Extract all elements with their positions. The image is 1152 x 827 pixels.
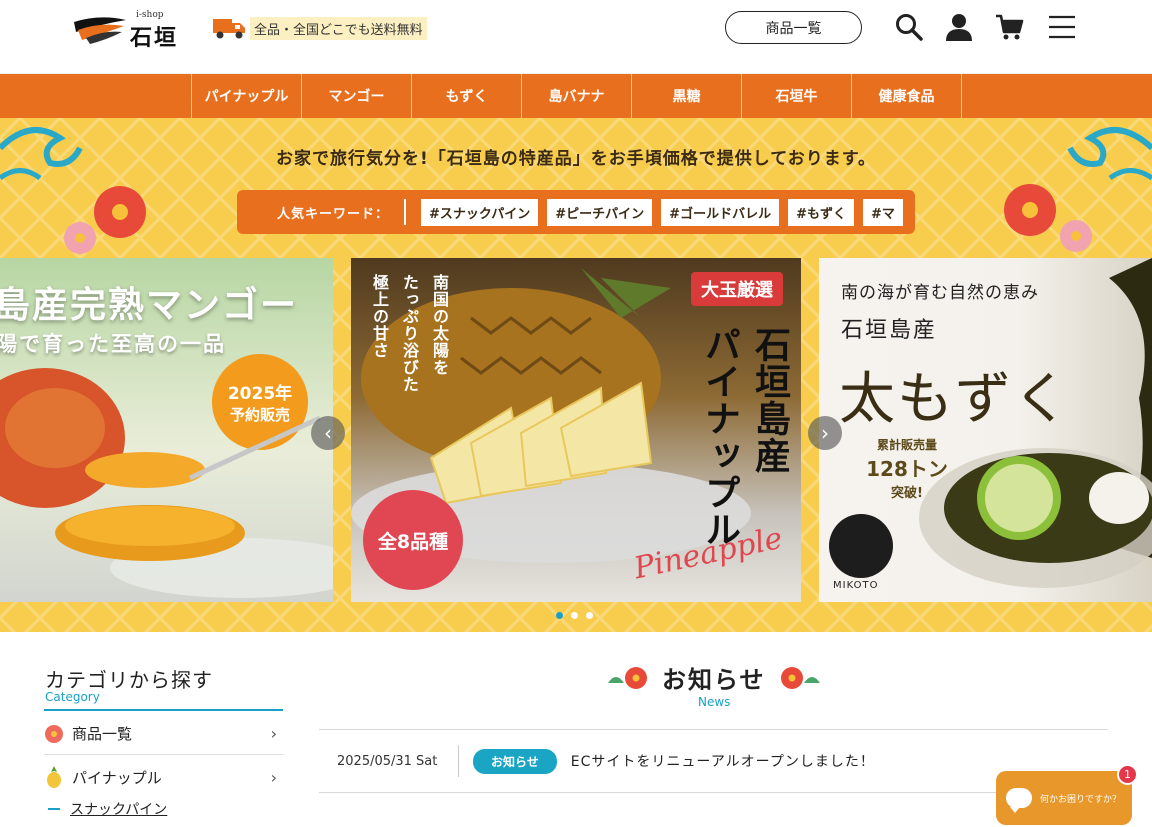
- slide-dot[interactable]: [556, 612, 563, 619]
- category-item-all-products[interactable]: 商品一覧 ›: [44, 713, 283, 755]
- hibiscus-icon: [608, 666, 647, 689]
- free-shipping-banner: 全品・全国どこでも送料無料: [212, 15, 427, 41]
- logo-text: 石垣: [130, 25, 179, 51]
- nav-item-pineapple[interactable]: パイナップル: [192, 74, 302, 118]
- prev-slide-button[interactable]: ‹: [311, 416, 345, 450]
- truck-icon: [213, 19, 245, 39]
- news-date: 2025/05/31 Sat: [319, 745, 459, 777]
- slide-pineapple[interactable]: 南国の太陽を たっぷり浴びた 極上の甘さ 大玉厳選 石垣島産 パイナップル 全8…: [351, 258, 801, 602]
- sales-award-badge: 累計販売量 128トン 突破!: [847, 436, 967, 506]
- site-header: i-shop 石垣 全品・全国どこでも送料無料 商品一覧: [0, 0, 1152, 74]
- user-icon[interactable]: [944, 12, 974, 42]
- keyword-chip[interactable]: #ゴールドバレル: [661, 198, 780, 226]
- hibiscus-right-icon: [1004, 184, 1092, 252]
- sales-award-label: 累計販売量: [876, 438, 937, 452]
- chat-widget-button[interactable]: 何かお困りですか？: [996, 771, 1132, 825]
- nav-item-island-banana[interactable]: 島バナナ: [522, 74, 632, 118]
- dash-icon: [48, 808, 60, 810]
- news-heading: お知らせ: [662, 666, 766, 694]
- slide-mozuku[interactable]: 南の海が育む自然の恵み 石垣島産 太もずく 累計販売量 128トン 突破! MI…: [819, 258, 1152, 602]
- category-item-label: パイナップル: [72, 768, 162, 787]
- keyword-chip[interactable]: #スナックパイン: [421, 198, 539, 226]
- chat-unread-badge: 1: [1117, 764, 1138, 785]
- chat-bubble-icon: [1006, 788, 1032, 813]
- category-nav: パイナップル マンゴー もずく 島バナナ 黒糖 石垣牛 健康食品: [0, 74, 1152, 118]
- menu-icon[interactable]: [1047, 12, 1077, 42]
- news-divider: [319, 729, 1108, 730]
- slide-mango[interactable]: 島産完熟マンゴー 陽で育った至高の一品 2025年 予約販売: [0, 258, 333, 602]
- pineapple-title-name: パイナップル: [699, 326, 740, 548]
- news-category-badge: お知らせ: [473, 748, 557, 774]
- logo-small-text: i-shop: [136, 10, 164, 20]
- hibiscus-left-icon: [64, 186, 146, 254]
- hero-tagline: お家で旅行気分を!「石垣島の特産品」をお手頃価格で提供しております。: [275, 149, 877, 169]
- site-logo[interactable]: i-shop 石垣: [72, 10, 182, 51]
- category-subitem-label: スナックパイン: [70, 802, 168, 818]
- logo-mark-icon: [74, 17, 126, 44]
- variety-count-badge: 全8品種: [363, 490, 463, 590]
- category-subitem-snack-pine[interactable]: スナックパイン: [48, 799, 167, 819]
- chat-widget-text: 何かお困りですか？: [1040, 794, 1122, 805]
- mango-illustration: [0, 368, 333, 598]
- popular-keywords-bar: 人気キーワード： #スナックパイン #ピーチパイン #ゴールドバレル #もずく …: [237, 190, 915, 234]
- pineapple-copy-2: たっぷり浴びた: [400, 274, 419, 393]
- pineapple-title-origin: 石垣島産: [749, 326, 790, 474]
- sales-award-value: 128トン: [866, 457, 948, 481]
- slide-dot[interactable]: [586, 612, 593, 619]
- search-icon[interactable]: [894, 12, 924, 42]
- category-item-pineapple[interactable]: パイナップル ›: [44, 756, 283, 798]
- hero-section: お家で旅行気分を!「石垣島の特産品」をお手頃価格で提供しております。 人気キーワ…: [0, 118, 1152, 632]
- category-subheading: Category: [45, 690, 100, 704]
- slide-dots: [556, 612, 593, 619]
- free-shipping-text: 全品・全国どこでも送料無料: [250, 16, 427, 40]
- hibiscus-icon: [780, 666, 820, 689]
- slide-dot[interactable]: [571, 612, 578, 619]
- news-divider: [319, 792, 1108, 793]
- nav-item-health-food[interactable]: 健康食品: [852, 74, 962, 118]
- pineapple-copy-1: 南国の太陽を: [430, 274, 449, 376]
- news-subheading: News: [698, 695, 731, 709]
- sales-award-suffix: 突破!: [891, 486, 923, 501]
- keyword-chip[interactable]: #マ: [862, 198, 903, 226]
- nav-item-brown-sugar[interactable]: 黒糖: [632, 74, 742, 118]
- chevron-right-icon: ›: [270, 767, 277, 787]
- chevron-right-icon: ›: [270, 724, 277, 743]
- mango-slide-title: 島産完熟マンゴー: [0, 285, 299, 326]
- mikoto-brand: MIKOTO: [833, 580, 879, 591]
- pineapple-icon: [47, 766, 61, 788]
- next-slide-button[interactable]: ›: [808, 416, 842, 450]
- category-nav-list: パイナップル マンゴー もずく 島バナナ 黒糖 石垣牛 健康食品: [191, 74, 962, 118]
- keyword-separator: [404, 199, 407, 225]
- mikoto-logo: [829, 514, 893, 578]
- nav-item-mozuku[interactable]: もずく: [412, 74, 522, 118]
- category-heading: カテゴリから探す: [45, 668, 213, 692]
- pineapple-tag: 大玉厳選: [691, 272, 783, 306]
- category-divider: [44, 709, 283, 711]
- hibiscus-icon: [45, 724, 63, 743]
- category-item-label: 商品一覧: [72, 725, 133, 743]
- popular-keywords-label: 人気キーワード：: [277, 206, 390, 222]
- mozuku-line-2: 石垣島産: [841, 318, 938, 343]
- keyword-chip[interactable]: #もずく: [788, 198, 854, 226]
- news-headline[interactable]: ECサイトをリニューアルオープンしました！: [571, 751, 875, 771]
- mango-slide-subtitle: 陽で育った至高の一品: [0, 332, 226, 356]
- cart-icon[interactable]: [994, 12, 1024, 42]
- mozuku-big-title: 太もずく: [839, 367, 1071, 432]
- news-row[interactable]: 2025/05/31 Sat お知らせ ECサイトをリニューアルオープンしました…: [319, 741, 1108, 781]
- pineapple-copy-3: 極上の甘さ: [370, 274, 389, 359]
- product-list-button[interactable]: 商品一覧: [725, 11, 862, 44]
- news-heading-wrap: お知らせ: [606, 660, 822, 695]
- keyword-chip[interactable]: #ピーチパイン: [547, 198, 653, 226]
- nav-item-ishigaki-beef[interactable]: 石垣牛: [742, 74, 852, 118]
- nav-item-mango[interactable]: マンゴー: [302, 74, 412, 118]
- mozuku-line-1: 南の海が育む自然の恵み: [841, 283, 1039, 303]
